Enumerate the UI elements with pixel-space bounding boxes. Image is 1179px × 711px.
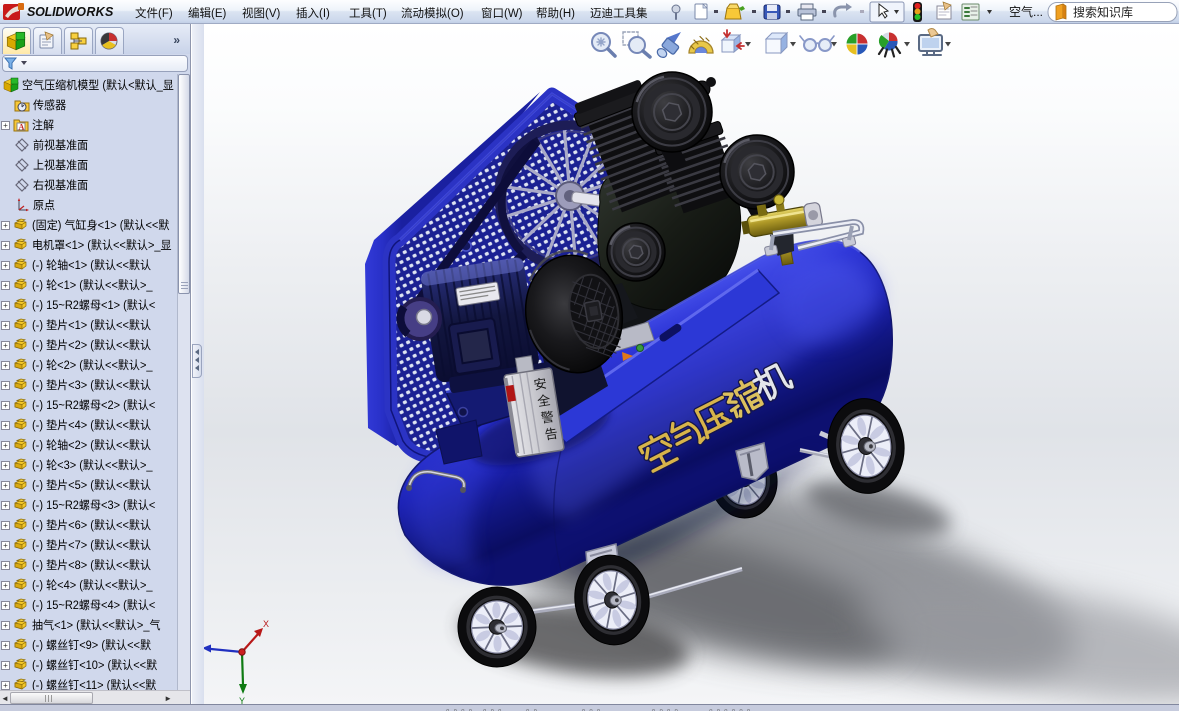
svg-text:Y: Y xyxy=(239,696,245,704)
svg-text:全: 全 xyxy=(536,392,551,409)
svg-text:告: 告 xyxy=(544,426,559,443)
svg-text:搜索知识库: 搜索知识库 xyxy=(1073,5,1133,20)
svg-text:A: A xyxy=(19,123,25,132)
svg-text:警: 警 xyxy=(540,409,555,426)
svg-text:空气...: 空气... xyxy=(1009,4,1043,19)
svg-text:X: X xyxy=(263,619,269,629)
svg-text:安: 安 xyxy=(533,376,548,393)
